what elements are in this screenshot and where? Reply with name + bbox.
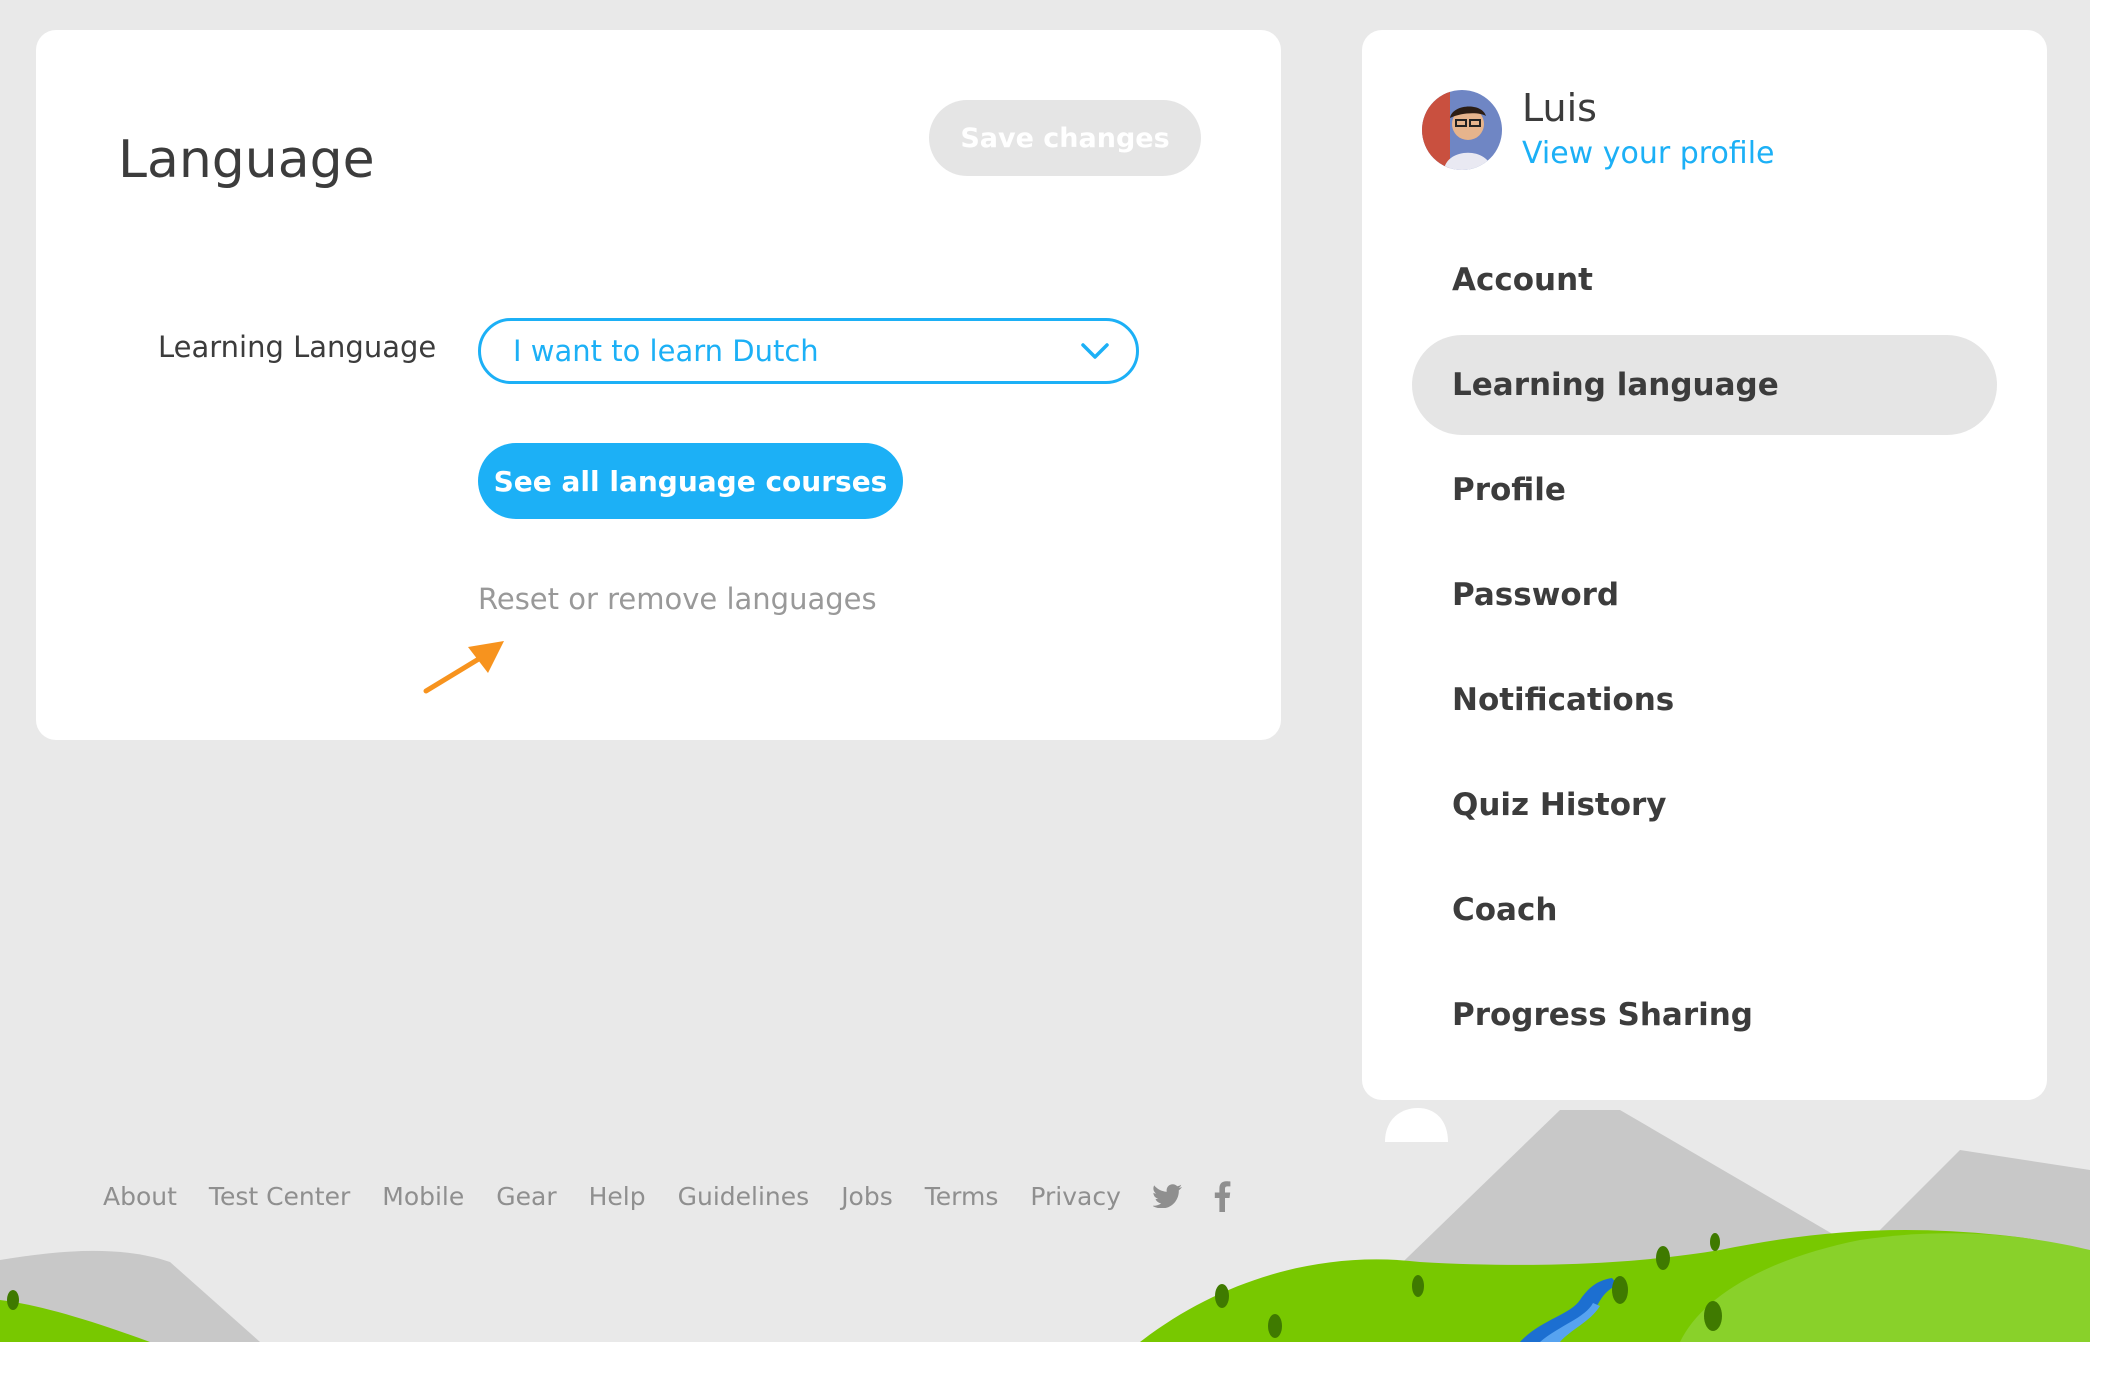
sidebar-item-learning-language[interactable]: Learning language [1412, 335, 1997, 435]
chevron-down-icon [1081, 343, 1109, 359]
save-changes-button[interactable]: Save changes [929, 100, 1201, 176]
footer-link-guidelines[interactable]: Guidelines [678, 1182, 810, 1211]
sidebar-item-notifications[interactable]: Notifications [1412, 650, 1997, 750]
orange-arrow-annotation [423, 641, 504, 694]
footer-link-jobs[interactable]: Jobs [841, 1182, 893, 1211]
footer-link-privacy[interactable]: Privacy [1030, 1182, 1121, 1211]
footer-link-test-center[interactable]: Test Center [209, 1182, 350, 1211]
user-name: Luis [1522, 86, 1597, 130]
footer-link-mobile[interactable]: Mobile [382, 1182, 464, 1211]
sidebar-item-coach[interactable]: Coach [1412, 860, 1997, 960]
learning-language-label: Learning Language [158, 330, 437, 364]
page-title: Language [118, 130, 375, 190]
sidebar-item-progress-sharing[interactable]: Progress Sharing [1412, 965, 1997, 1065]
sidebar-item-password[interactable]: Password [1412, 545, 1997, 645]
selected-language-value: I want to learn Dutch [513, 334, 819, 368]
learning-language-select[interactable]: I want to learn Dutch [478, 318, 1139, 384]
sidebar-item-profile[interactable]: Profile [1412, 440, 1997, 540]
avatar[interactable] [1422, 90, 1502, 170]
footer-links: About Test Center Mobile Gear Help Guide… [103, 1180, 1261, 1212]
footer-link-gear[interactable]: Gear [496, 1182, 556, 1211]
see-all-courses-button[interactable]: See all language courses [478, 443, 903, 519]
view-profile-link[interactable]: View your profile [1522, 136, 1774, 171]
settings-nav: Account Learning language Profile Passwo… [1412, 230, 1997, 1070]
page-viewport: Language Save changes Learning Language … [0, 0, 2090, 1342]
reset-remove-languages-link[interactable]: Reset or remove languages [478, 582, 877, 616]
footer-link-about[interactable]: About [103, 1182, 177, 1211]
language-settings-card: Language Save changes Learning Language … [36, 30, 1281, 740]
twitter-icon[interactable] [1152, 1184, 1183, 1208]
avatar-photo [1422, 90, 1502, 170]
settings-sidebar: Luis View your profile Account Learning … [1362, 30, 2047, 1100]
sidebar-item-account[interactable]: Account [1412, 230, 1997, 330]
facebook-icon[interactable] [1213, 1180, 1231, 1212]
sidebar-item-quiz-history[interactable]: Quiz History [1412, 755, 1997, 855]
footer-link-terms[interactable]: Terms [925, 1182, 999, 1211]
footer-link-help[interactable]: Help [589, 1182, 646, 1211]
